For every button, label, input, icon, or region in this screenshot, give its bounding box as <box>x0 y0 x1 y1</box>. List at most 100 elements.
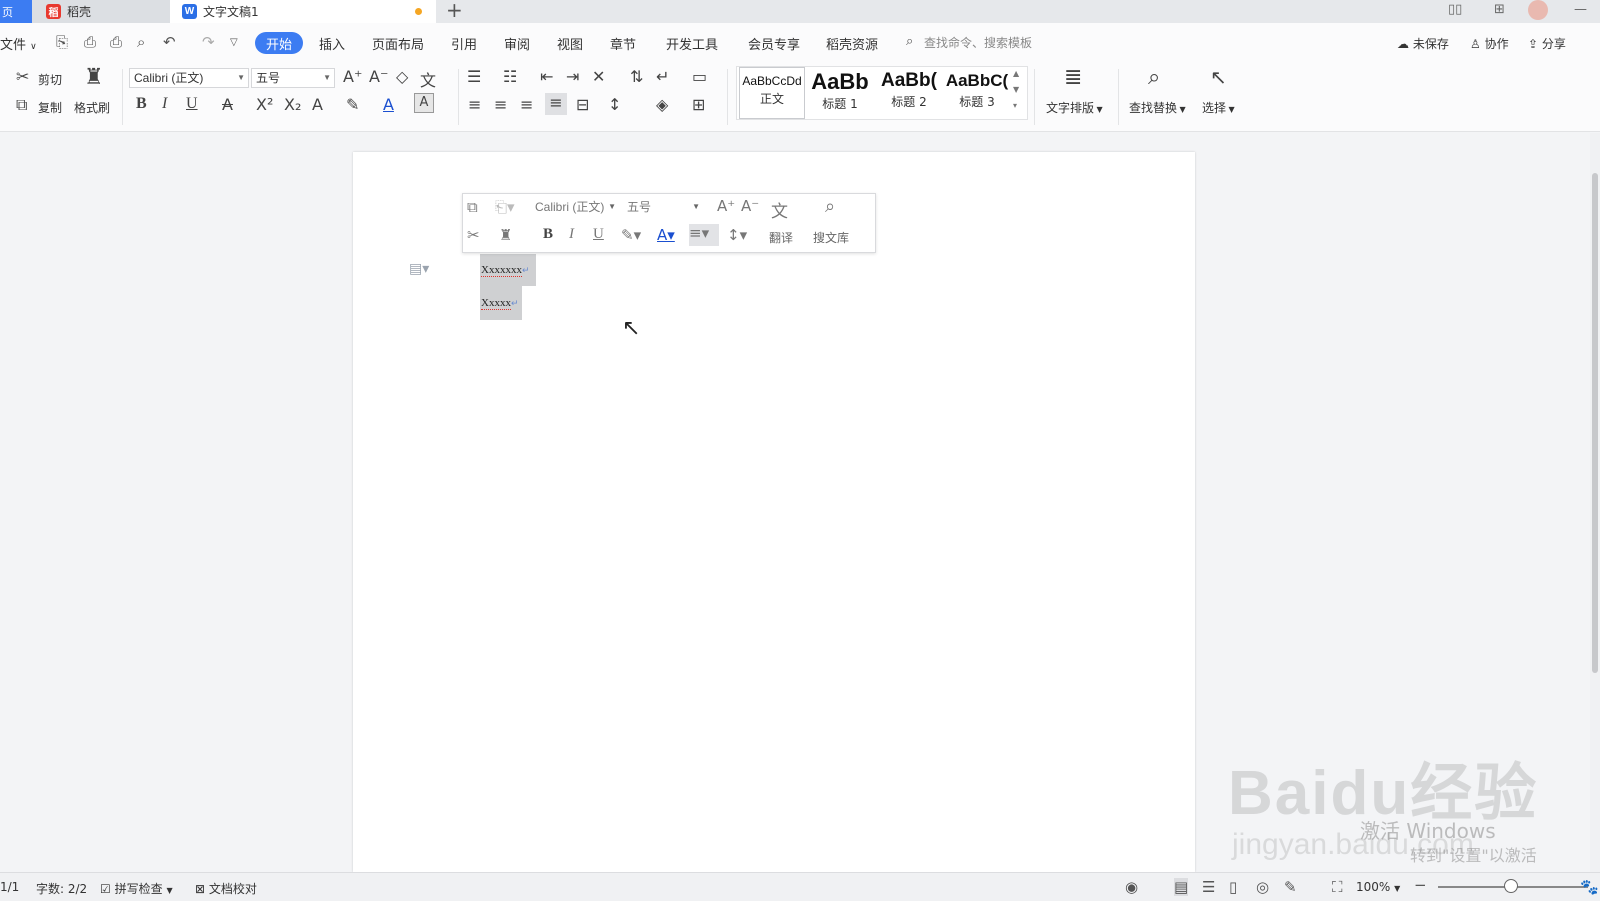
menu-item-member[interactable]: 会员专享 <box>748 34 800 53</box>
menu-item-resources[interactable]: 稻壳资源 <box>826 34 878 53</box>
menu-item-home[interactable]: 开始 <box>255 32 303 54</box>
font-size-select[interactable]: 五号 ▼ <box>251 68 335 88</box>
line-spacing-icon[interactable]: ↕ <box>608 95 621 114</box>
web-view-icon[interactable]: ◎ <box>1256 878 1269 896</box>
menu-item-developer[interactable]: 开发工具 <box>666 34 718 53</box>
redo-icon[interactable]: ↷ <box>202 33 215 51</box>
justify-icon[interactable]: ≡ <box>545 93 567 115</box>
menu-file[interactable]: 文件 ∨ <box>0 34 37 53</box>
new-tab-button[interactable]: + <box>446 0 463 23</box>
font-color-icon[interactable]: A <box>383 95 394 114</box>
menu-item-insert[interactable]: 插入 <box>319 34 345 53</box>
zoom-slider-handle[interactable] <box>1504 879 1518 893</box>
scrollbar-thumb[interactable] <box>1592 173 1598 673</box>
tab-daoke[interactable]: 稻 稻壳 <box>32 0 170 23</box>
menu-item-review[interactable]: 审阅 <box>504 34 530 53</box>
shrink-font-icon[interactable]: A⁻ <box>369 67 388 86</box>
decrease-indent-icon[interactable]: ⇤ <box>540 67 553 86</box>
underline-icon[interactable]: U <box>186 95 198 113</box>
menu-item-view[interactable]: 视图 <box>557 34 583 53</box>
command-search-input[interactable]: 查找命令、搜索模板 <box>924 34 1032 51</box>
layout-icon[interactable]: ▯▯ <box>1448 2 1462 17</box>
print-preview-icon[interactable]: ⌕ <box>137 33 145 51</box>
zoom-out-icon[interactable]: − <box>1414 876 1427 894</box>
font-color-icon[interactable]: A▾ <box>657 226 675 244</box>
copy-button[interactable]: 复制 <box>38 99 62 116</box>
select-button[interactable]: 选择 ▼ <box>1202 99 1235 116</box>
home-tab[interactable]: 页 <box>0 0 32 23</box>
selected-line-2[interactable]: Xxxxx↵ <box>480 286 522 320</box>
search-library-button[interactable]: 搜文库 <box>813 229 849 246</box>
underline-icon[interactable]: U <box>593 226 604 243</box>
scroll-up-icon[interactable]: ▲ <box>1013 69 1019 78</box>
clear-format-icon[interactable]: ◇ <box>396 67 408 86</box>
format-painter-button[interactable]: 格式刷 <box>74 99 110 116</box>
shading-icon[interactable]: ◈ <box>656 95 668 114</box>
italic-icon[interactable]: I <box>569 226 574 243</box>
line-spacing-icon[interactable]: ↕▾ <box>727 226 747 244</box>
numbered-list-icon[interactable]: ☷ <box>503 67 517 86</box>
bullet-list-icon[interactable]: ☰ <box>467 67 481 86</box>
align-icon[interactable]: ≡▾ <box>689 224 719 246</box>
vertical-scrollbar[interactable] <box>1590 133 1600 873</box>
borders-icon[interactable]: ⊞ <box>692 95 705 114</box>
find-replace-button[interactable]: 查找替换 ▼ <box>1129 99 1186 116</box>
cut-button[interactable]: 剪切 <box>38 71 62 88</box>
minimize-icon[interactable]: — <box>1574 2 1587 17</box>
align-left-icon[interactable]: ≡ <box>468 95 481 114</box>
collab-button[interactable]: ♙ 协作 <box>1470 35 1509 52</box>
reading-view-icon[interactable]: ▯ <box>1229 878 1237 896</box>
increase-indent-icon[interactable]: ⇥ <box>566 67 579 86</box>
page-indicator[interactable]: 1/1 <box>0 880 19 894</box>
shrink-font-icon[interactable]: A⁻ <box>741 197 759 215</box>
distributed-icon[interactable]: ⊟ <box>576 95 589 114</box>
font-name-select[interactable]: Calibri (正文) ▼ <box>129 68 249 88</box>
menu-item-layout[interactable]: 页面布局 <box>372 34 424 53</box>
paragraph-handle-icon[interactable]: ▤▾ <box>409 261 429 277</box>
grid-icon[interactable]: ⊞ <box>1494 2 1505 17</box>
grow-font-icon[interactable]: A⁺ <box>343 67 362 86</box>
paw-icon[interactable]: 🐾 <box>1580 878 1599 896</box>
write-mode-icon[interactable]: ✎ <box>1284 878 1297 896</box>
style-heading-2[interactable]: AaBb( 标题 2 <box>875 67 943 117</box>
mini-font-size-select[interactable]: 五号 ▼ <box>623 198 703 218</box>
text-effect-icon[interactable]: A <box>312 95 323 114</box>
style-normal[interactable]: AaBbCcDd 正文 <box>739 67 805 119</box>
show-marks-icon[interactable]: ↵ <box>656 67 669 86</box>
selected-line-1[interactable]: Xxxxxxx↵ <box>480 254 536 286</box>
menu-item-chapter[interactable]: 章节 <box>610 34 636 53</box>
unsaved-button[interactable]: ☁ 未保存 <box>1397 35 1449 52</box>
style-heading-1[interactable]: AaBb 标题 1 <box>805 67 875 117</box>
highlight-icon[interactable]: ✎▾ <box>621 226 641 244</box>
doc-search-icon[interactable]: ⌕ <box>825 196 835 217</box>
scroll-down-icon[interactable]: ▼ <box>1013 85 1019 94</box>
mini-font-name-select[interactable]: Calibri (正文) ▼ <box>531 198 619 218</box>
avatar[interactable] <box>1528 0 1548 20</box>
translate-icon[interactable]: 文 <box>771 197 788 222</box>
expand-styles-icon[interactable]: ▾ <box>1013 101 1017 110</box>
spell-check-button[interactable]: ☑ 拼写检查 ▼ <box>100 880 173 897</box>
bold-icon[interactable]: B <box>136 95 147 113</box>
style-heading-3[interactable]: AaBbC( 标题 3 <box>943 67 1011 117</box>
align-right-icon[interactable]: ≡ <box>520 95 533 114</box>
fit-page-icon[interactable]: ⛶ <box>1332 878 1343 896</box>
undo-icon[interactable]: ↶ <box>163 33 176 51</box>
text-layout-button[interactable]: 文字排版 ▼ <box>1046 99 1103 116</box>
customize-icon[interactable]: ▽ <box>230 37 238 48</box>
save-icon[interactable]: ⎘ <box>56 33 68 51</box>
outline-view-icon[interactable]: ☰ <box>1202 878 1215 896</box>
phonetic-icon[interactable]: 文 <box>420 67 436 91</box>
share-button[interactable]: ⇪ 分享 <box>1528 35 1566 52</box>
print-icon[interactable]: ⎙ <box>110 33 122 51</box>
superscript-icon[interactable]: X² <box>256 95 273 114</box>
subscript-icon[interactable]: X₂ <box>284 95 301 114</box>
tab-document[interactable]: W 文字文稿1 <box>170 0 436 23</box>
translate-button[interactable]: 翻译 <box>769 229 793 246</box>
zoom-level[interactable]: 100% ▼ <box>1356 880 1400 894</box>
page-view-icon[interactable]: ▤ <box>1174 878 1189 896</box>
grow-font-icon[interactable]: A⁺ <box>717 197 735 215</box>
ruler-icon[interactable]: ▭ <box>692 67 707 86</box>
char-shading-icon[interactable]: A <box>414 93 434 113</box>
paste-icon[interactable]: ⎗▾ <box>495 198 515 216</box>
sort-icon[interactable]: ⇅ <box>630 67 643 86</box>
